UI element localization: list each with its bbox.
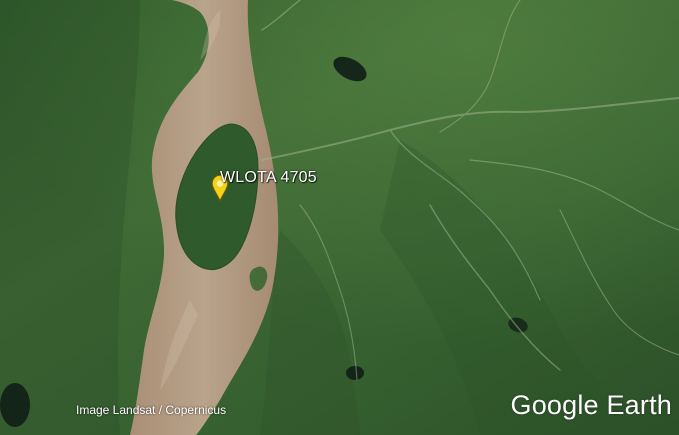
- imagery-credit: Image Landsat / Copernicus: [76, 403, 227, 417]
- satellite-imagery: [0, 0, 679, 435]
- placemark-label[interactable]: WLOTA 4705: [220, 169, 317, 187]
- satellite-map[interactable]: WLOTA 4705 Image Landsat / Copernicus Go…: [0, 0, 679, 435]
- google-earth-logo: Google Earth: [510, 390, 672, 420]
